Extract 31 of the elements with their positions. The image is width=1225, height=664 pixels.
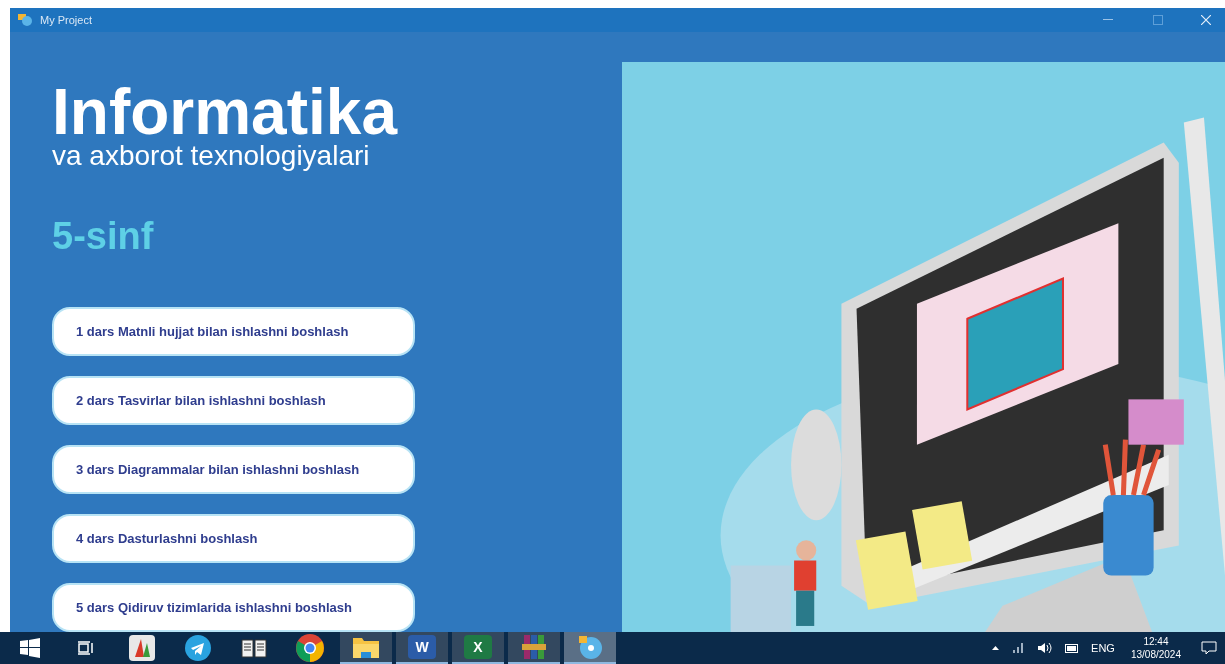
folder-icon[interactable] [353, 636, 379, 658]
clock[interactable]: 12:44 13/08/2024 [1130, 635, 1181, 661]
language-indicator[interactable]: ENG [1091, 639, 1115, 657]
grade-heading: 5-sinf [52, 214, 155, 259]
app-icon [18, 14, 32, 26]
photo-editor-icon[interactable] [129, 635, 155, 661]
taskbar-button[interactable]: W [396, 632, 448, 664]
taskbar-button[interactable] [340, 632, 392, 664]
windows-logo-icon[interactable] [20, 638, 40, 658]
speaker-icon[interactable] [1037, 642, 1054, 654]
disc-icon[interactable] [577, 634, 603, 660]
notification-icon[interactable] [1201, 641, 1217, 655]
archive-icon[interactable] [522, 634, 546, 660]
task-view-icon[interactable] [78, 641, 94, 655]
window-title: My Project [40, 12, 92, 28]
lesson-button[interactable]: 3 dars Diagrammalar bilan ishlashni boshlash [52, 445, 415, 494]
minimize-icon[interactable] [1103, 19, 1113, 21]
chrome-logo-icon[interactable] [296, 634, 324, 662]
document-app-icon[interactable]: W [408, 635, 436, 659]
close-icon[interactable] [1201, 15, 1211, 25]
taskbar-button[interactable]: X [452, 632, 504, 664]
network-icon[interactable] [1011, 642, 1026, 654]
lesson-button[interactable]: 5 dars Qidiruv tizimlarida ishlashni boshlash [52, 583, 415, 632]
lesson-button[interactable]: 2 dars Tasvirlar bilan ishlashni boshlash [52, 376, 415, 425]
paper-plane-icon[interactable] [185, 635, 211, 661]
lesson-button[interactable]: 4 dars Dasturlashni boshlash [52, 514, 415, 563]
book-icon[interactable] [240, 636, 268, 660]
battery-icon[interactable] [1065, 643, 1080, 653]
spreadsheet-app-icon[interactable]: X [464, 635, 492, 659]
tray-caret-icon[interactable] [992, 646, 1000, 650]
lesson-button[interactable]: 1 dars Matnli hujjat bilan ishlashni boshlash [52, 307, 415, 356]
